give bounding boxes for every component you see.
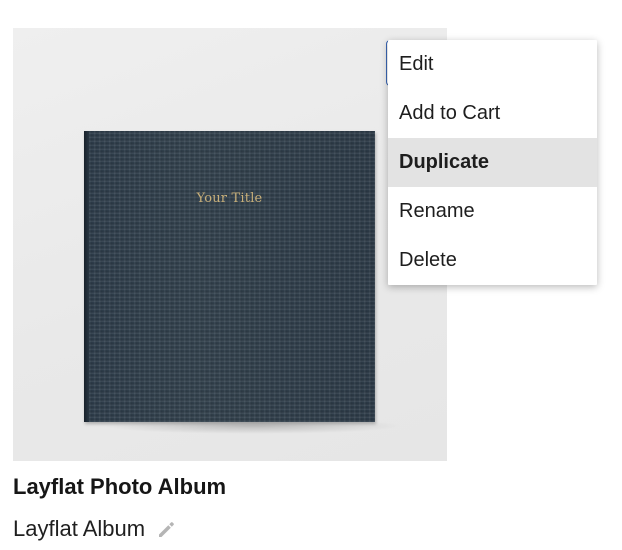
menu-item-add-to-cart[interactable]: Add to Cart [388, 89, 597, 138]
menu-item-edit[interactable]: Edit [388, 40, 597, 89]
context-menu: Edit Add to Cart Duplicate Rename Delete [388, 40, 597, 285]
album-name-row: Layflat Album [13, 514, 177, 544]
cover-title: Your Title [196, 191, 263, 206]
menu-item-duplicate[interactable]: Duplicate [388, 138, 597, 187]
book-spine [84, 131, 89, 422]
product-name: Layflat Photo Album [13, 474, 227, 499]
menu-item-delete[interactable]: Delete [388, 236, 597, 285]
album-name: Layflat Album [13, 516, 146, 541]
pencil-icon[interactable] [155, 518, 177, 540]
album-cover-image: Your Title [84, 131, 375, 422]
menu-item-rename[interactable]: Rename [388, 187, 597, 236]
album-preview[interactable]: Your Title [13, 28, 447, 461]
project-card: Your Title Edit Add to Cart Duplicate Re… [0, 0, 622, 550]
